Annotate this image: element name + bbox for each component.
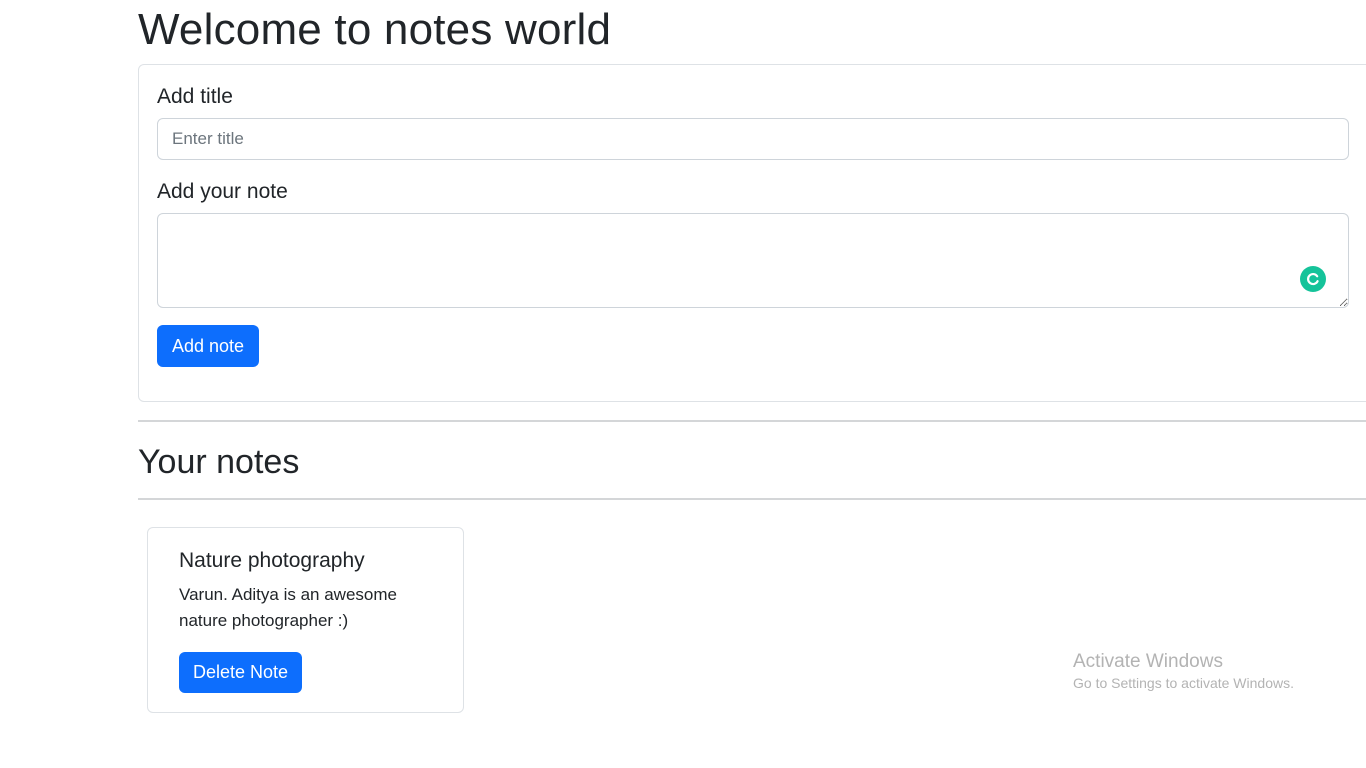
delete-note-button[interactable]: Delete Note bbox=[179, 652, 302, 693]
note-form-card: Add title Add your note Add note bbox=[138, 64, 1366, 402]
note-label: Add your note bbox=[157, 180, 288, 203]
title-label: Add title bbox=[157, 85, 233, 108]
note-card: Nature photography Varun. Aditya is an a… bbox=[147, 527, 464, 713]
activate-windows-watermark: Activate Windows Go to Settings to activ… bbox=[1073, 650, 1294, 692]
divider-top bbox=[138, 420, 1366, 422]
note-textarea[interactable] bbox=[157, 213, 1349, 308]
watermark-title: Activate Windows bbox=[1073, 651, 1223, 672]
note-text: Varun. Aditya is an awesome nature photo… bbox=[179, 585, 397, 630]
watermark-subtitle: Go to Settings to activate Windows. bbox=[1073, 675, 1294, 691]
page-title: Welcome to notes world bbox=[138, 5, 612, 54]
grammarly-icon[interactable] bbox=[1300, 266, 1326, 292]
your-notes-title: Your notes bbox=[138, 443, 300, 481]
divider-bottom bbox=[138, 498, 1366, 500]
note-title: Nature photography bbox=[179, 549, 365, 572]
add-note-button[interactable]: Add note bbox=[157, 325, 259, 367]
title-input[interactable] bbox=[157, 118, 1349, 160]
